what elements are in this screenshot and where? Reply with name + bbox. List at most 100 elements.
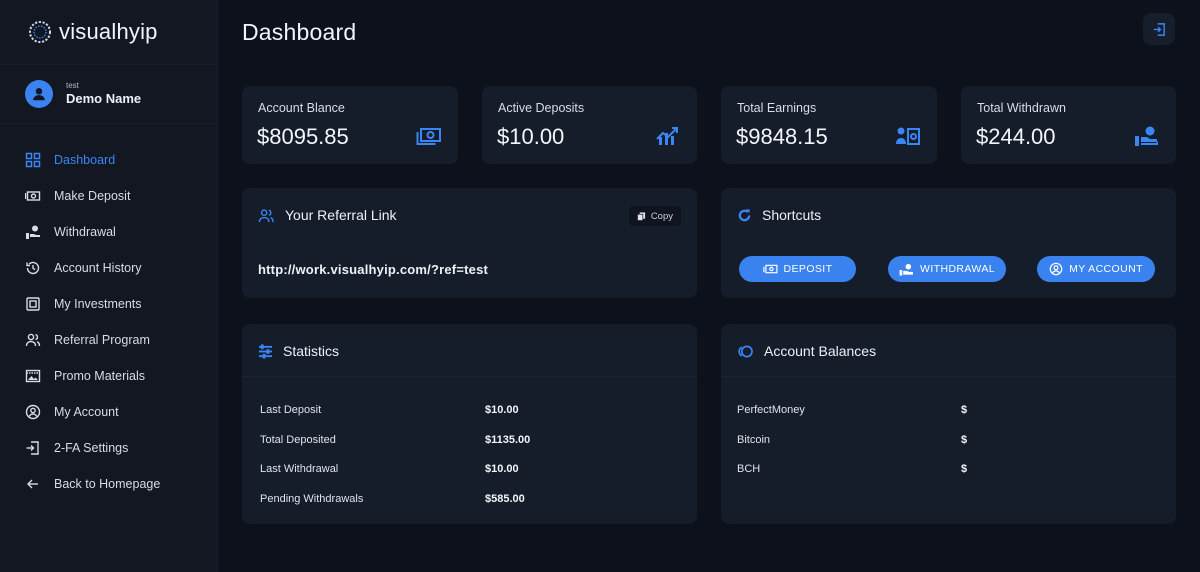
history-icon xyxy=(25,260,41,276)
sidebar-item-withdrawal[interactable]: Withdrawal xyxy=(0,214,217,250)
stat-row-label: Last Withdrawal xyxy=(260,463,339,475)
grid-icon xyxy=(25,152,41,168)
deposit-button[interactable]: DEPOSIT xyxy=(739,256,856,282)
user-circle-icon xyxy=(25,404,41,420)
shortcuts-header: Shortcuts xyxy=(737,207,821,223)
topbar: Dashboard xyxy=(242,0,1176,64)
sidebar-item-label: Back to Homepage xyxy=(54,477,161,491)
sidebar-item-label: My Investments xyxy=(54,297,142,311)
sidebar-item-label: Referral Program xyxy=(54,333,150,347)
stat-label: Total Withdrawn xyxy=(977,101,1066,115)
sidebar-item-my-account[interactable]: My Account xyxy=(0,394,217,430)
user-circle-icon xyxy=(1049,262,1063,276)
balance-row-value: $ xyxy=(961,434,968,446)
sidebar-item-label: Make Deposit xyxy=(54,189,131,203)
sidebar-item-label: 2-FA Settings xyxy=(54,441,129,455)
chart-growth-icon xyxy=(655,124,681,148)
stat-card-total-earnings: Total Earnings $9848.15 xyxy=(721,86,937,164)
withdrawal-button-label: WITHDRAWAL xyxy=(920,263,995,275)
stat-value: $10.00 xyxy=(497,124,565,149)
stat-value: $244.00 xyxy=(976,124,1056,149)
statistics-title: Statistics xyxy=(283,343,340,359)
shortcuts-title: Shortcuts xyxy=(762,207,822,223)
sidebar-item-label: Promo Materials xyxy=(54,369,145,383)
referral-title: Your Referral Link xyxy=(285,207,397,223)
divider xyxy=(242,376,697,377)
stat-row-value: $10.00 xyxy=(485,404,519,416)
stat-row-label: Pending Withdrawals xyxy=(260,493,364,505)
earnings-icon xyxy=(895,124,921,148)
balance-row-label: BCH xyxy=(737,463,761,475)
sidebar-item-promo-materials[interactable]: Promo Materials xyxy=(0,358,217,394)
account-balances-header: Account Balances xyxy=(737,343,876,359)
users-icon xyxy=(25,332,41,348)
stat-card-total-withdrawn: Total Withdrawn $244.00 xyxy=(961,86,1176,164)
deposit-button-label: DEPOSIT xyxy=(783,263,833,275)
stat-value: $9848.15 xyxy=(736,124,828,149)
account-balances-card: Account Balances PerfectMoney $ Bitcoin … xyxy=(721,324,1176,524)
hand-coin-icon xyxy=(899,263,914,276)
divider xyxy=(721,376,1176,377)
user-meta: test Demo Name xyxy=(66,81,141,107)
user-small-label: test xyxy=(66,81,79,90)
hand-coin-icon xyxy=(1134,124,1160,148)
sidebar-item-back-to-homepage[interactable]: Back to Homepage xyxy=(0,466,217,502)
referral-link[interactable]: http://work.visualhyip.com/?ref=test xyxy=(258,262,488,277)
my-account-button-label: MY ACCOUNT xyxy=(1069,263,1143,275)
copy-icon xyxy=(636,211,645,221)
sliders-icon xyxy=(258,343,273,359)
login-icon xyxy=(25,440,41,456)
coins-icon xyxy=(738,345,753,357)
my-account-button[interactable]: MY ACCOUNT xyxy=(1037,256,1155,282)
sidebar-item-make-deposit[interactable]: Make Deposit xyxy=(0,178,217,214)
users-icon xyxy=(258,208,274,222)
stat-row-value: $10.00 xyxy=(485,463,519,475)
sidebar-item-label: My Account xyxy=(54,405,119,419)
stat-row-label: Total Deposited xyxy=(260,434,336,446)
sidebar-item-account-history[interactable]: Account History xyxy=(0,250,217,286)
logout-icon xyxy=(1153,22,1165,36)
account-balances-title: Account Balances xyxy=(764,343,877,359)
brand[interactable]: visualhyip xyxy=(0,0,217,64)
brand-name: visualhyip xyxy=(59,19,158,44)
arrow-left-icon xyxy=(25,476,41,492)
referral-header: Your Referral Link xyxy=(258,207,397,223)
brand-logo-icon xyxy=(27,19,53,45)
cash-icon xyxy=(416,124,442,148)
page-title: Dashboard xyxy=(242,18,357,45)
stat-row-label: Last Deposit xyxy=(260,404,322,416)
balance-row-label: PerfectMoney xyxy=(737,404,805,416)
stat-row-value: $1135.00 xyxy=(485,434,531,446)
hand-coin-icon xyxy=(25,224,41,240)
stat-card-account-balance: Account Blance $8095.85 xyxy=(242,86,458,164)
statistics-card: Statistics Last Deposit $10.00 Total Dep… xyxy=(242,324,697,524)
image-icon xyxy=(25,368,41,384)
sidebar: visualhyip test Demo Name Dashboard Make… xyxy=(0,0,218,572)
sidebar-item-label: Account History xyxy=(54,261,142,275)
withdrawal-button[interactable]: WITHDRAWAL xyxy=(888,256,1006,282)
sidebar-item-my-investments[interactable]: My Investments xyxy=(0,286,217,322)
stat-value: $8095.85 xyxy=(257,124,349,149)
shortcuts-card: Shortcuts DEPOSIT WITHDRAWAL MY ACCOUNT xyxy=(721,188,1176,298)
statistics-header: Statistics xyxy=(258,343,339,359)
stat-label: Account Blance xyxy=(258,101,345,115)
sidebar-item-label: Withdrawal xyxy=(54,225,116,239)
stat-label: Total Earnings xyxy=(737,101,817,115)
stat-label: Active Deposits xyxy=(498,101,585,115)
sidebar-item-label: Dashboard xyxy=(54,153,116,167)
logout-button[interactable] xyxy=(1143,13,1175,45)
copy-label: Copy xyxy=(650,210,673,222)
sidebar-nav: Dashboard Make Deposit Withdrawal Accoun… xyxy=(0,142,217,502)
refresh-icon xyxy=(738,208,751,221)
app: visualhyip test Demo Name Dashboard Make… xyxy=(0,0,1200,572)
sidebar-item-dashboard[interactable]: Dashboard xyxy=(0,142,217,178)
referral-card: Your Referral Link Copy http://work.visu… xyxy=(242,188,697,298)
user-icon xyxy=(33,88,45,101)
user-box[interactable]: test Demo Name xyxy=(0,64,217,124)
balance-row-value: $ xyxy=(961,463,968,475)
balance-row-value: $ xyxy=(961,404,968,416)
copy-button[interactable]: Copy xyxy=(628,206,681,226)
sidebar-item-referral-program[interactable]: Referral Program xyxy=(0,322,217,358)
investment-icon xyxy=(25,296,41,312)
sidebar-item-2fa-settings[interactable]: 2-FA Settings xyxy=(0,430,217,466)
